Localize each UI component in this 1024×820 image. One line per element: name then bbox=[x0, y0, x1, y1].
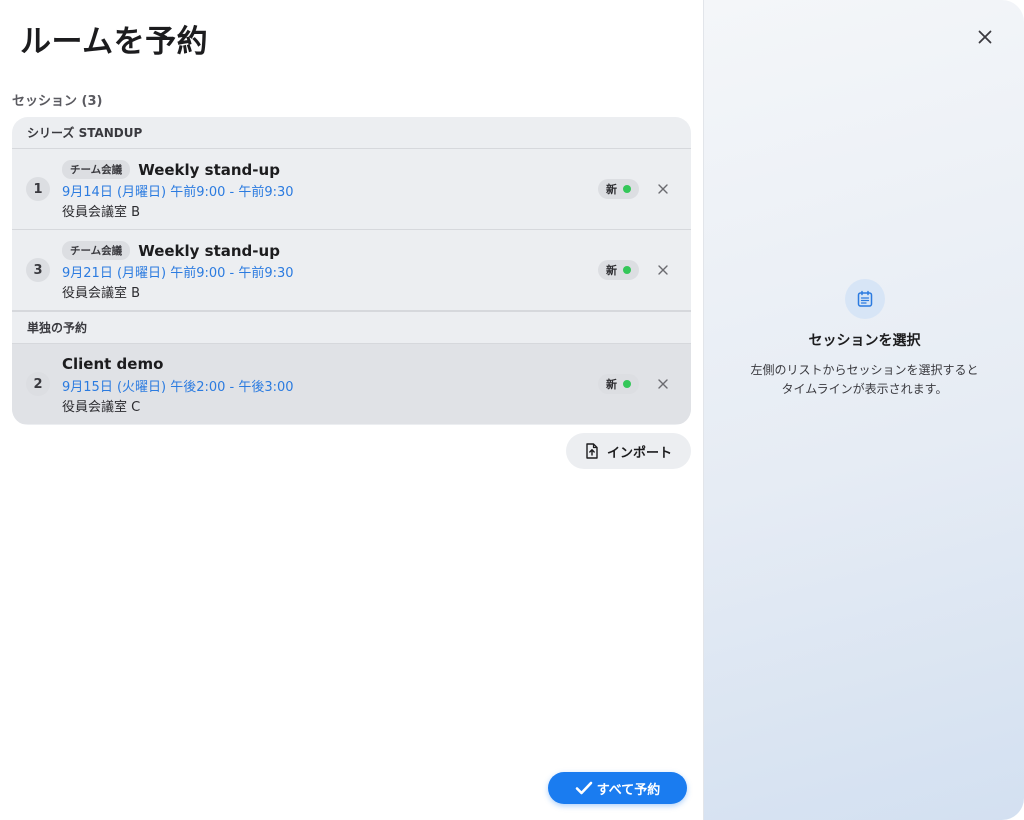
close-icon bbox=[978, 30, 992, 44]
placeholder-text: 左側のリストからセッションを選択すると タイムラインが表示されます。 bbox=[704, 361, 1024, 399]
session-list-panel: ルームを予約 セッション (3) シリーズ STANDUP 1 チーム会議 We… bbox=[0, 0, 703, 820]
session-heading: チーム会議 Weekly stand-up bbox=[62, 160, 280, 179]
status-badge-label: 新 bbox=[606, 378, 617, 391]
session-row[interactable]: 2 Client demo 9月15日 (火曜日) 午後2:00 - 午後3:0… bbox=[12, 344, 691, 424]
session-heading: Client demo bbox=[62, 355, 163, 373]
session-time: 9月14日 (月曜日) 午前9:00 - 午前9:30 bbox=[62, 185, 294, 200]
status-badge-label: 新 bbox=[606, 264, 617, 277]
file-upload-icon bbox=[586, 443, 598, 459]
session-title: Weekly stand-up bbox=[138, 241, 280, 260]
remove-session-button[interactable] bbox=[655, 179, 671, 199]
checkmark-icon bbox=[575, 781, 593, 795]
session-room: 役員会議室 B bbox=[62, 286, 141, 301]
session-detail-panel: セッションを選択 左側のリストからセッションを選択すると タイムラインが表示され… bbox=[703, 0, 1024, 820]
session-heading: チーム会議 Weekly stand-up bbox=[62, 241, 280, 260]
remove-session-button[interactable] bbox=[655, 374, 671, 394]
group-header-single: 単独の予約 bbox=[12, 311, 691, 344]
group-header-series: シリーズ STANDUP bbox=[12, 117, 691, 149]
session-number: 1 bbox=[26, 177, 50, 201]
placeholder-text-line: 左側のリストからセッションを選択すると bbox=[750, 363, 979, 377]
status-badge: 新 bbox=[598, 179, 639, 199]
session-room: 役員会議室 B bbox=[62, 205, 141, 220]
close-icon bbox=[658, 379, 668, 389]
remove-session-button[interactable] bbox=[655, 260, 671, 280]
sessions-section-title: セッション (3) bbox=[12, 94, 103, 109]
sessions-card: シリーズ STANDUP 1 チーム会議 Weekly stand-up 9月1… bbox=[12, 117, 691, 425]
import-button[interactable]: インポート bbox=[566, 433, 691, 469]
session-time: 9月15日 (火曜日) 午後2:00 - 午後3:00 bbox=[62, 380, 294, 395]
session-number: 3 bbox=[26, 258, 50, 282]
status-badge: 新 bbox=[598, 374, 639, 394]
placeholder-title: セッションを選択 bbox=[808, 333, 921, 349]
session-room: 役員会議室 C bbox=[62, 400, 141, 415]
status-badge: 新 bbox=[598, 260, 639, 280]
session-tag: チーム会議 bbox=[62, 160, 131, 179]
status-dot-icon bbox=[623, 185, 631, 193]
placeholder-text-line: タイムラインが表示されます。 bbox=[781, 382, 948, 396]
calendar-list-icon bbox=[845, 279, 885, 319]
status-badge-label: 新 bbox=[606, 183, 617, 196]
session-row[interactable]: 3 チーム会議 Weekly stand-up 9月21日 (月曜日) 午前9:… bbox=[12, 230, 691, 311]
session-time: 9月21日 (月曜日) 午前9:00 - 午前9:30 bbox=[62, 266, 294, 281]
close-button[interactable] bbox=[974, 26, 996, 48]
reserve-all-label: すべて予約 bbox=[596, 782, 661, 798]
session-tag: チーム会議 bbox=[62, 241, 131, 260]
session-row[interactable]: 1 チーム会議 Weekly stand-up 9月14日 (月曜日) 午前9:… bbox=[12, 149, 691, 230]
close-icon bbox=[658, 265, 668, 275]
reserve-all-button[interactable]: すべて予約 bbox=[548, 772, 687, 804]
status-dot-icon bbox=[623, 380, 631, 388]
page-title: ルームを予約 bbox=[20, 24, 209, 60]
session-title: Weekly stand-up bbox=[138, 160, 280, 179]
session-number: 2 bbox=[26, 372, 50, 396]
close-icon bbox=[658, 184, 668, 194]
import-button-label: インポート bbox=[606, 445, 672, 461]
session-title: Client demo bbox=[62, 355, 164, 373]
booking-modal: ルームを予約 セッション (3) シリーズ STANDUP 1 チーム会議 We… bbox=[0, 0, 1024, 820]
status-dot-icon bbox=[623, 266, 631, 274]
